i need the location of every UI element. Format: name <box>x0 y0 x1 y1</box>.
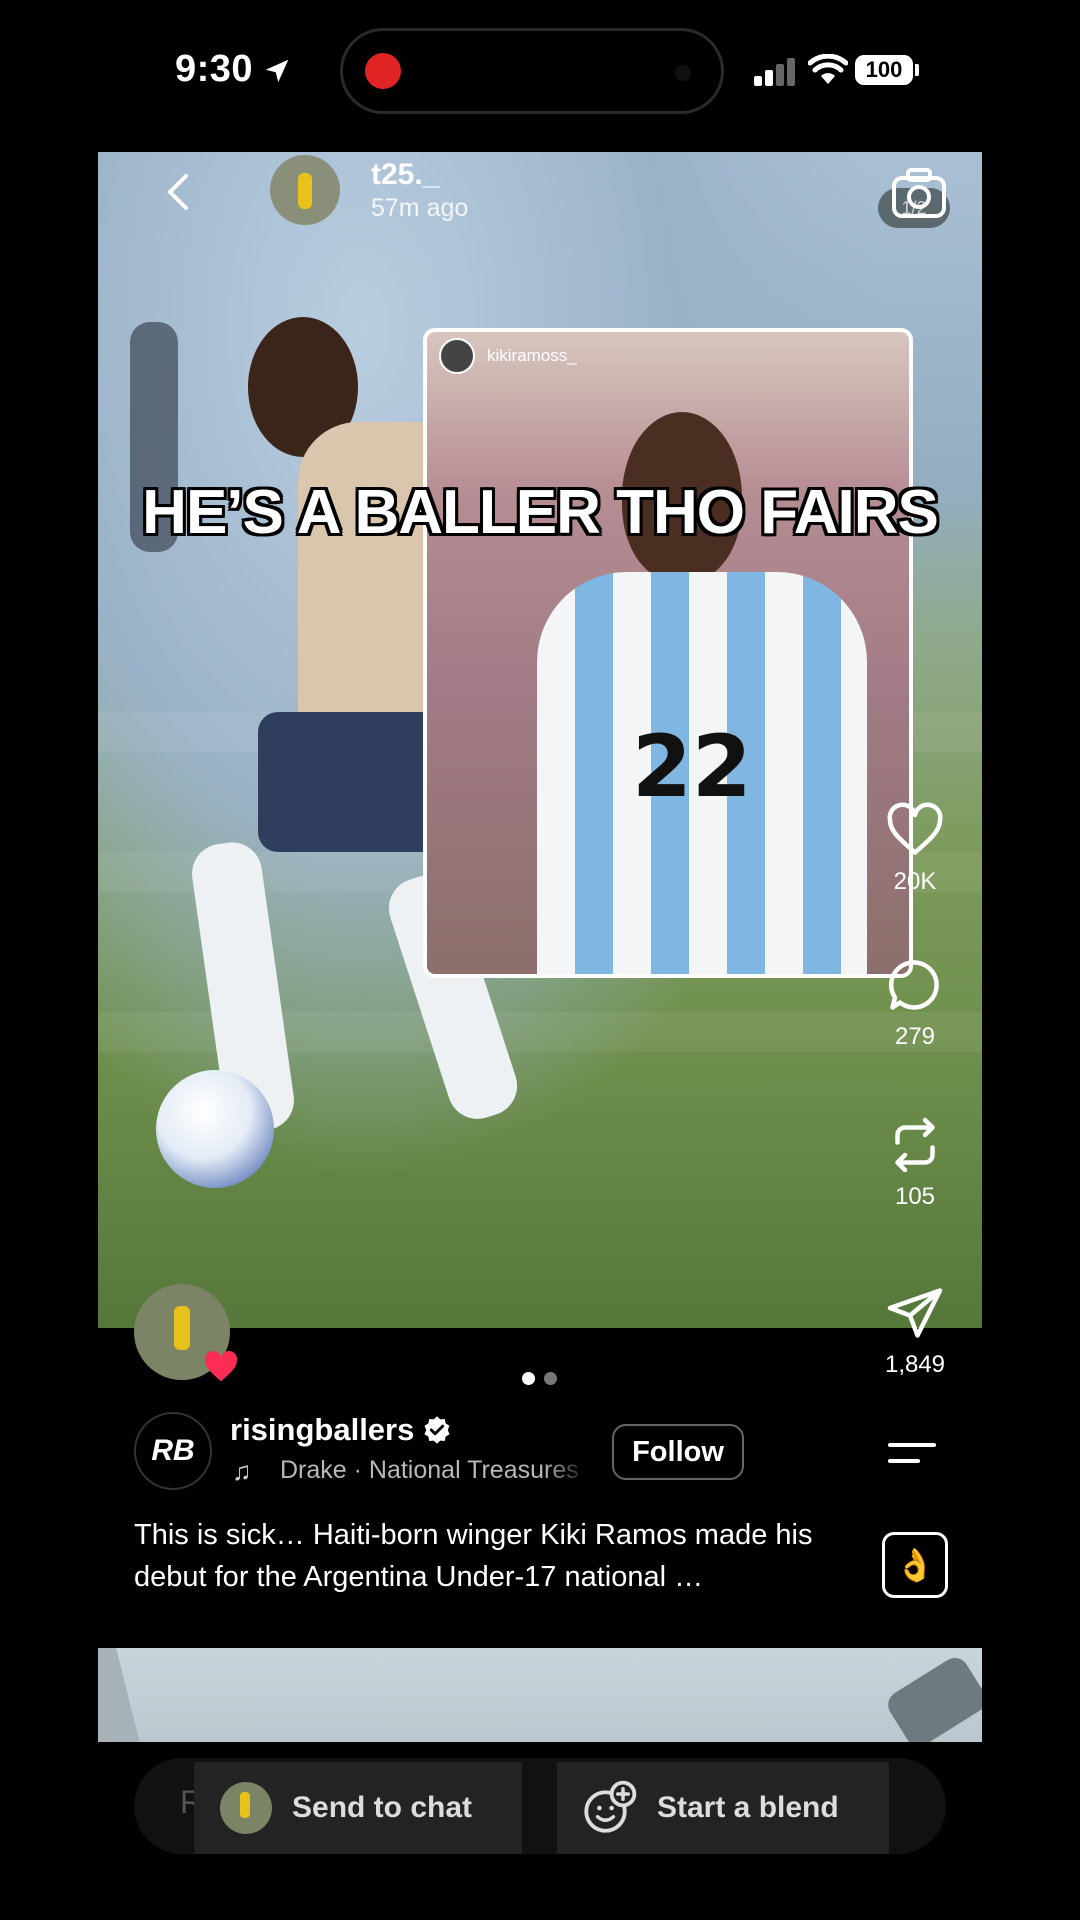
wifi-icon <box>808 54 848 84</box>
like-action[interactable]: 20K <box>880 800 950 896</box>
repost-action[interactable]: 105 <box>880 1115 950 1211</box>
location-arrow-icon <box>265 59 289 83</box>
status-time: 9:30 <box>175 48 254 90</box>
start-blend-label: Start a blend <box>657 1791 839 1824</box>
send-to-chat-label: Send to chat <box>292 1791 473 1824</box>
comment-count: 279 <box>894 1023 936 1050</box>
music-note-icon: ♫ <box>232 1456 252 1486</box>
ok-hand-sticker-icon[interactable]: 👌 <box>882 1532 948 1598</box>
send-to-chat-button[interactable]: Send to chat <box>194 1762 522 1854</box>
follow-button[interactable]: Follow <box>612 1424 744 1480</box>
next-post-preview[interactable] <box>98 1648 982 1742</box>
post-caption[interactable]: This is sick… Haiti-born winger Kiki Ram… <box>134 1514 854 1598</box>
comment-icon[interactable] <box>885 955 945 1015</box>
status-bar: 9:30 100 <box>0 0 1080 140</box>
inset-username: kikiramoss_ <box>487 346 577 365</box>
comment-action[interactable]: 279 <box>880 955 950 1051</box>
dynamic-island <box>340 28 724 114</box>
overlay-text: HE’S A BALLER THO FAIRS <box>142 478 939 547</box>
carousel-dots <box>522 1372 562 1386</box>
author-avatar[interactable]: RB <box>134 1412 212 1490</box>
like-count: 20K <box>893 868 937 895</box>
battery-icon: 100 <box>855 55 913 85</box>
post-header: t25._ 57m ago 1/2 <box>98 152 982 232</box>
share-action[interactable]: 1,849 <box>880 1283 950 1379</box>
more-menu-icon[interactable] <box>888 1443 936 1471</box>
camera-icon[interactable] <box>888 166 958 224</box>
carousel-dot <box>544 1372 557 1385</box>
verified-badge-icon <box>424 1416 450 1444</box>
football <box>156 1070 274 1188</box>
post-media[interactable]: kikiramoss_ 22 HE’S A BALLER THO FAIRS <box>98 152 982 1328</box>
poster-avatar[interactable] <box>270 155 340 225</box>
recording-indicator-icon <box>365 53 401 89</box>
start-blend-button[interactable]: Start a blend <box>557 1762 889 1854</box>
back-arrow-icon[interactable] <box>158 170 202 214</box>
send-icon[interactable] <box>885 1283 945 1343</box>
jersey-number: 22 <box>632 717 752 817</box>
music-track[interactable]: Drake · National Treasures <box>280 1456 590 1485</box>
poster-username[interactable]: t25._ <box>371 158 439 192</box>
front-camera <box>675 65 691 81</box>
post-timestamp: 57m ago <box>371 194 469 222</box>
heart-icon[interactable] <box>885 800 945 860</box>
battery-tip <box>915 64 919 76</box>
share-count: 1,849 <box>884 1351 946 1378</box>
heart-badge-icon <box>205 1351 237 1382</box>
cellular-signal-icon <box>754 58 798 86</box>
inset-avatar <box>439 338 475 374</box>
carousel-dot-active <box>522 1372 535 1385</box>
inset-photo: kikiramoss_ 22 <box>423 328 913 978</box>
repost-icon[interactable] <box>885 1115 945 1175</box>
chat-avatar <box>220 1782 272 1834</box>
author-name[interactable]: risingballers <box>230 1412 414 1448</box>
repost-count: 105 <box>894 1183 936 1210</box>
blend-smiley-plus-icon <box>584 1780 637 1833</box>
